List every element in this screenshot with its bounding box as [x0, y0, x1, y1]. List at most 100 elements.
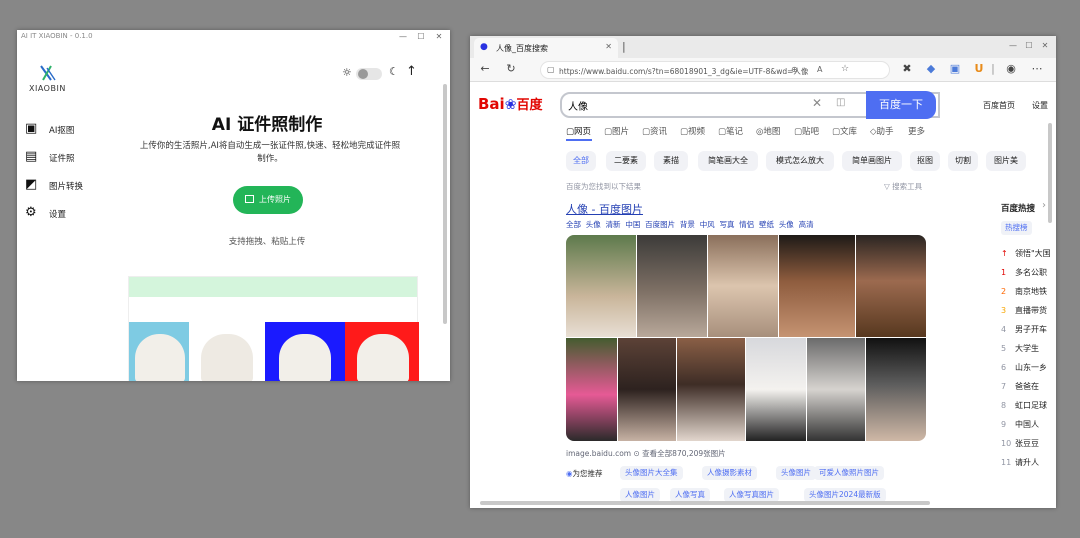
result-image[interactable] [708, 235, 778, 337]
chip[interactable]: 二要素 [606, 151, 646, 171]
search-input[interactable] [568, 97, 798, 113]
related-query[interactable]: 头像图片 [776, 466, 816, 480]
result-image[interactable] [637, 235, 707, 337]
sidebar-item-ai-cutout[interactable]: ▣ AI抠图 [25, 121, 105, 139]
page-vertical-scrollbar[interactable] [1048, 123, 1052, 223]
chip[interactable]: 简单画图片 [842, 151, 902, 171]
hot-item[interactable]: ↑ 领悟"大国 [1001, 248, 1051, 259]
nav-images[interactable]: ▢图片 [604, 125, 629, 137]
result-image[interactable] [677, 338, 745, 441]
result-image[interactable] [779, 235, 855, 337]
minimize-icon[interactable]: — [396, 30, 410, 44]
result-subtab[interactable]: 清新 [606, 220, 621, 229]
minimize-icon[interactable]: — [1006, 39, 1020, 53]
result-image[interactable] [856, 235, 926, 337]
favorite-icon[interactable]: ☆ [841, 64, 849, 74]
result-image[interactable] [566, 235, 636, 337]
theme-toggle[interactable] [356, 68, 382, 80]
maximize-icon[interactable]: ☐ [1022, 39, 1036, 53]
sidebar-item-image-convert[interactable]: ◩ 图片转换 [25, 177, 105, 195]
zoom-icon[interactable]: ⊕ [791, 65, 798, 74]
nav-notes[interactable]: ▢笔记 [718, 125, 743, 137]
notification-icon[interactable]: ▣ [948, 62, 962, 76]
result-subtab[interactable]: 情侣 [739, 220, 754, 229]
link-settings[interactable]: 设置 [1032, 100, 1048, 111]
chip-all[interactable]: 全部 [566, 151, 596, 171]
chip[interactable]: 图片美 [986, 151, 1026, 171]
chip[interactable]: 切割 [948, 151, 978, 171]
result-image[interactable] [566, 338, 617, 441]
sidebar-item-id-photo[interactable]: ▤ 证件照 [25, 149, 105, 167]
browser-extension-icon[interactable]: ◆ [924, 62, 938, 76]
clear-icon[interactable]: ✕ [812, 96, 822, 110]
nav-assistant[interactable]: ◇助手 [870, 125, 894, 137]
related-query[interactable]: 人像写真图片 [724, 488, 779, 502]
hot-item[interactable]: 3 直播带货 [1001, 305, 1047, 316]
hot-item[interactable]: 6 山东一乡 [1001, 362, 1047, 373]
nav-wenku[interactable]: ▢文库 [832, 125, 857, 137]
arrow-up-icon[interactable]: ↑ [406, 64, 417, 79]
nav-tieba[interactable]: ▢贴吧 [794, 125, 819, 137]
result-subtab[interactable]: 背景 [680, 220, 695, 229]
menu-icon[interactable]: ⋯ [1030, 62, 1044, 76]
hot-tab[interactable]: 热搜榜 [1001, 221, 1032, 235]
chevron-right-icon[interactable]: › [1042, 200, 1046, 211]
hot-item[interactable]: 4 男子开车 [1001, 324, 1047, 335]
hot-item[interactable]: 9 中国人 [1001, 419, 1039, 430]
hot-item[interactable]: 11 请升人 [1001, 457, 1039, 468]
refresh-icon[interactable]: ↻ [504, 62, 518, 76]
extensions-icon[interactable]: ✖ [900, 62, 914, 76]
app-scrollbar[interactable] [443, 84, 447, 324]
result-subtab[interactable]: 高清 [799, 220, 814, 229]
result-image[interactable] [746, 338, 806, 441]
source-count[interactable]: 查看全部870,209张图片 [642, 449, 726, 458]
chip[interactable]: 简笔画大全 [698, 151, 758, 171]
result-subtab[interactable]: 写真 [719, 220, 734, 229]
close-icon[interactable]: ✕ [432, 30, 446, 44]
back-icon[interactable]: ← [478, 62, 492, 76]
related-query[interactable]: 人像写真 [670, 488, 710, 502]
result-title[interactable]: 人像 - 百度图片 [566, 201, 643, 217]
camera-icon[interactable]: ◫ [836, 97, 845, 108]
nav-map[interactable]: ◎地图 [756, 125, 780, 137]
source-domain[interactable]: image.baidu.com [566, 449, 631, 458]
profile-icon[interactable]: ◉ [1004, 62, 1018, 76]
chip[interactable]: 模式怎么放大 [766, 151, 834, 171]
result-image[interactable] [866, 338, 926, 441]
related-query[interactable]: 人像摄影素材 [702, 466, 757, 480]
result-image[interactable] [618, 338, 676, 441]
link-baidu-home[interactable]: 百度首页 [983, 100, 1015, 111]
page-horizontal-scrollbar[interactable] [480, 501, 930, 505]
result-subtab[interactable]: 中风 [700, 220, 715, 229]
read-aloud-icon[interactable]: A [817, 65, 822, 74]
hot-item[interactable]: 7 爸爸在 [1001, 381, 1039, 392]
close-icon[interactable]: ✕ [1038, 39, 1052, 53]
hot-title[interactable]: 百度热搜 [1001, 202, 1035, 214]
new-tab-icon[interactable]: | [622, 40, 626, 53]
upload-button[interactable]: 上传照片 [233, 186, 303, 214]
nav-video[interactable]: ▢视频 [680, 125, 705, 137]
tab-close-icon[interactable]: ✕ [605, 42, 612, 51]
result-subtab[interactable]: 壁纸 [759, 220, 774, 229]
result-subtab[interactable]: 头像 [779, 220, 794, 229]
result-subtab[interactable]: 中国 [625, 220, 640, 229]
related-query[interactable]: 头像图片2024最新版 [804, 488, 886, 502]
tab-baidu-search[interactable]: ● 人像_百度搜索 ✕ [474, 38, 618, 58]
hot-item[interactable]: 8 虹口足球 [1001, 400, 1047, 411]
nav-news[interactable]: ▢资讯 [642, 125, 667, 137]
hot-item[interactable]: 10 张豆豆 [1001, 438, 1039, 449]
related-query[interactable]: 人像图片 [620, 488, 660, 502]
chip[interactable]: 抠图 [910, 151, 940, 171]
nav-more[interactable]: 更多 [908, 125, 925, 137]
hot-item[interactable]: 2 南京地铁 [1001, 286, 1047, 297]
search-tools[interactable]: ▽ 搜索工具 [884, 181, 922, 192]
result-image[interactable] [807, 338, 865, 441]
nav-web[interactable]: ▢网页 [566, 125, 591, 137]
u-extension-icon[interactable]: U [972, 62, 986, 76]
result-subtab[interactable]: 头像 [586, 220, 601, 229]
search-button[interactable]: 百度一下 [866, 91, 936, 119]
related-query[interactable]: 可爱人像照片图片 [814, 466, 884, 480]
sidebar-item-settings[interactable]: ⚙ 设置 [25, 205, 105, 223]
result-subtab[interactable]: 百度图片 [645, 220, 675, 229]
related-query[interactable]: 头像图片大全集 [620, 466, 683, 480]
